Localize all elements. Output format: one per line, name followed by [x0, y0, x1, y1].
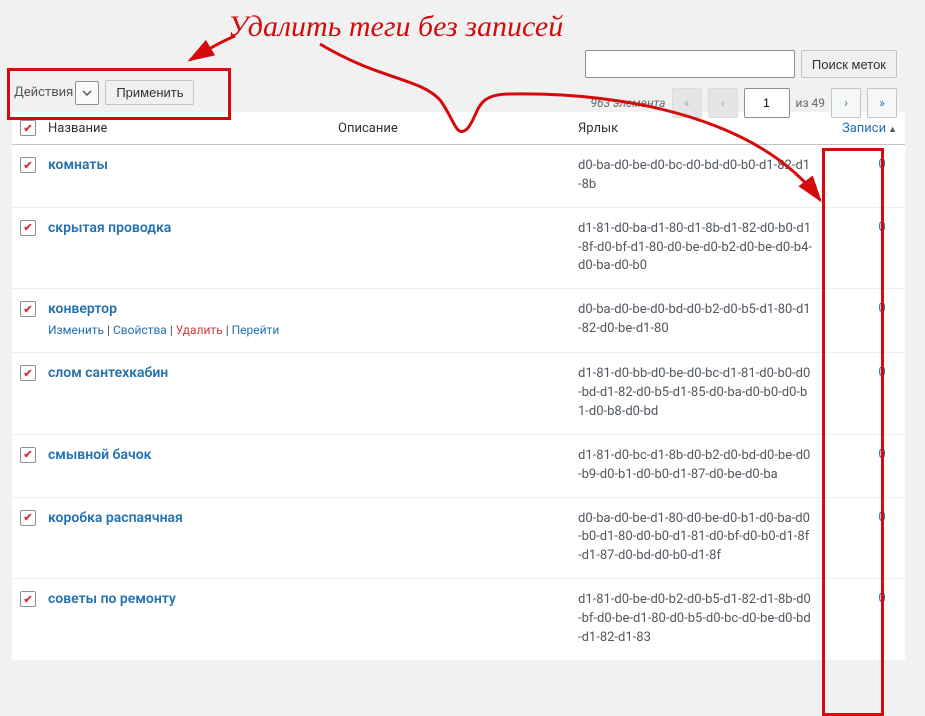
tag-description	[330, 207, 570, 289]
tag-count[interactable]: 0	[867, 365, 897, 380]
quick-edit-link[interactable]: Свойства	[113, 323, 167, 337]
current-page-input[interactable]	[744, 88, 790, 118]
tag-description	[330, 497, 570, 579]
tag-description	[330, 289, 570, 353]
tag-slug: d1-81-d0-bb-d0-be-d0-bc-d1-81-d0-b0-d0-b…	[578, 365, 812, 422]
tag-name-link[interactable]: слом сантехкабин	[48, 365, 322, 381]
tag-slug: d0-ba-d0-be-d0-bc-d0-bd-d0-b0-d1-82-d1-8…	[578, 157, 812, 195]
sort-ascending-icon: ▲	[888, 125, 897, 135]
tag-name-link[interactable]: смывной бачок	[48, 447, 322, 463]
row-checkbox[interactable]	[20, 220, 36, 236]
apply-button[interactable]: Применить	[105, 80, 194, 105]
tags-table: Название Описание Ярлык Записи▲ комнатыd…	[12, 112, 905, 660]
table-row: коробка распаячная d0-ba-d0-be-d1-80-d0-b…	[12, 497, 905, 579]
select-all-checkbox[interactable]	[20, 120, 36, 136]
table-row: скрытая проводка d1-81-d0-ba-d1-80-d1-8b-…	[12, 207, 905, 289]
last-page-button[interactable]: »	[867, 88, 897, 118]
tag-slug: d1-81-d0-be-d0-b2-d0-b5-d1-82-d1-8b-d0-b…	[578, 591, 812, 648]
first-page-button: «	[672, 88, 702, 118]
total-items: 963 элемента	[591, 96, 666, 110]
column-description[interactable]: Описание	[330, 112, 570, 145]
row-actions: Изменить | Свойства | Удалить | Перейти	[48, 321, 322, 340]
table-row: советы по ремонту d1-81-d0-be-d0-b2-d0-b5…	[12, 579, 905, 660]
tag-slug: d1-81-d0-ba-d1-80-d1-8b-d1-82-d0-b0-d1-8…	[578, 220, 812, 277]
search-button[interactable]: Поиск меток	[801, 50, 897, 78]
total-pages: из 49	[796, 96, 825, 110]
tag-name-link[interactable]: конвертор	[48, 301, 322, 317]
prev-page-button: ‹	[708, 88, 738, 118]
row-checkbox[interactable]	[20, 157, 36, 173]
bulk-action-select-label: Действия	[14, 85, 73, 100]
tag-slug: d0-ba-d0-be-d0-bd-d0-b2-d0-b5-d1-80-d1-8…	[578, 301, 812, 339]
tag-slug: d1-81-d0-bc-d1-8b-d0-b2-d0-bd-d0-be-d0-b…	[578, 447, 812, 485]
row-checkbox[interactable]	[20, 301, 36, 317]
table-row: комнаты d0-ba-d0-be-d0-bc-d0-bd-d0-b0-d1-…	[12, 145, 905, 208]
tag-count[interactable]: 0	[867, 301, 897, 316]
row-checkbox[interactable]	[20, 510, 36, 526]
table-row: смывной бачок d1-81-d0-bc-d1-8b-d0-b2-d0-…	[12, 434, 905, 497]
bulk-action-dropdown[interactable]	[75, 81, 99, 105]
tag-description	[330, 145, 570, 208]
row-checkbox[interactable]	[20, 447, 36, 463]
table-row: конвертор Изменить | Свойства | Удалить |…	[12, 289, 905, 353]
tag-slug: d0-ba-d0-be-d1-80-d0-be-d0-b1-d0-ba-d0-b…	[578, 510, 812, 567]
bulk-actions: Действия Применить	[14, 80, 194, 105]
tag-count[interactable]: 0	[867, 510, 897, 525]
search-input[interactable]	[585, 50, 795, 78]
pagination: 963 элемента « ‹ из 49 › »	[591, 88, 897, 118]
search-area: Поиск меток	[585, 50, 897, 78]
table-row: слом сантехкабин d1-81-d0-bb-d0-be-d0-bc-…	[12, 353, 905, 435]
tag-name-link[interactable]: скрытая проводка	[48, 220, 322, 236]
tag-count[interactable]: 0	[867, 220, 897, 235]
tag-name-link[interactable]: советы по ремонту	[48, 591, 322, 607]
row-checkbox[interactable]	[20, 591, 36, 607]
tag-count[interactable]: 0	[867, 157, 897, 172]
column-name[interactable]: Название	[40, 112, 330, 145]
chevron-down-icon	[82, 88, 92, 98]
tag-count[interactable]: 0	[867, 447, 897, 462]
tag-name-link[interactable]: комнаты	[48, 157, 322, 173]
tag-description	[330, 579, 570, 660]
tag-count[interactable]: 0	[867, 591, 897, 606]
delete-link[interactable]: Удалить	[176, 323, 223, 337]
tag-description	[330, 434, 570, 497]
tag-name-link[interactable]: коробка распаячная	[48, 510, 322, 526]
next-page-button[interactable]: ›	[831, 88, 861, 118]
view-link[interactable]: Перейти	[232, 323, 280, 337]
row-checkbox[interactable]	[20, 365, 36, 381]
tag-description	[330, 353, 570, 435]
edit-link[interactable]: Изменить	[48, 323, 104, 337]
